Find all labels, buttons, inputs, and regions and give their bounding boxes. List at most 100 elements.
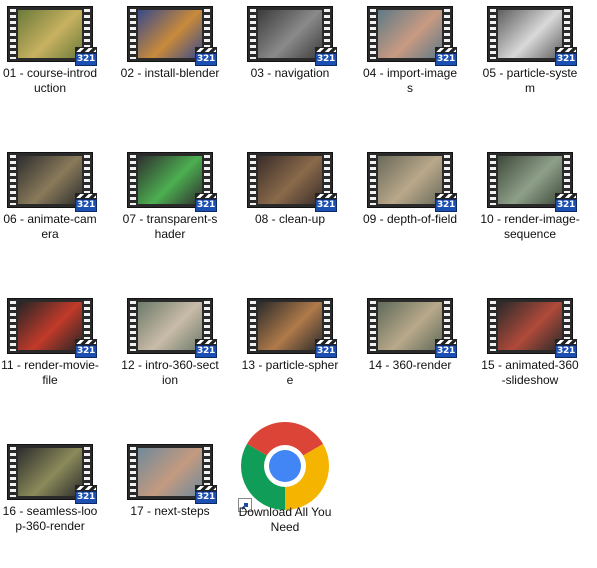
badge-text: 321 — [75, 345, 97, 358]
badge-text: 321 — [75, 53, 97, 66]
video-preview — [258, 302, 322, 350]
video-preview — [498, 10, 562, 58]
shortcut-item[interactable]: Download All You Need — [235, 416, 335, 541]
video-preview — [498, 302, 562, 350]
media-player-icon: 321 — [75, 485, 97, 504]
file-name: 13 - particle-sphere — [241, 358, 339, 387]
file-name: 17 - next-steps — [130, 504, 210, 518]
file-name: 11 - render-movie-file — [1, 358, 99, 387]
file-name: Download All You Need — [238, 505, 332, 534]
sprocket-holes — [10, 155, 16, 205]
badge-text: 321 — [435, 345, 457, 358]
video-thumbnail: 321 — [247, 152, 337, 212]
file-name: 07 - transparent-shader — [122, 212, 218, 241]
file-name: 01 - course-introduction — [2, 66, 98, 95]
video-preview — [378, 302, 442, 350]
file-name: 03 - navigation — [250, 66, 330, 80]
media-player-icon: 321 — [195, 193, 217, 212]
video-thumbnail: 321 — [127, 6, 217, 66]
media-player-icon: 321 — [75, 339, 97, 358]
media-player-icon: 321 — [435, 339, 457, 358]
file-name: 15 - animated-360-slideshow — [481, 358, 579, 387]
badge-text: 321 — [195, 491, 217, 504]
video-thumbnail: 321 — [487, 6, 577, 66]
media-player-icon: 321 — [315, 339, 337, 358]
badge-text: 321 — [75, 491, 97, 504]
video-thumbnail: 321 — [7, 6, 97, 66]
video-preview — [498, 156, 562, 204]
sprocket-holes — [130, 9, 136, 59]
file-name: 02 - install-blender — [120, 66, 220, 80]
media-player-icon: 321 — [75, 193, 97, 212]
video-thumbnail: 321 — [7, 298, 97, 358]
file-name: 09 - depth-of-field — [362, 212, 458, 226]
video-thumbnail: 321 — [247, 298, 337, 358]
video-preview — [18, 156, 82, 204]
file-name: 06 - animate-camera — [3, 212, 97, 241]
badge-text: 321 — [555, 345, 577, 358]
media-player-icon: 321 — [315, 193, 337, 212]
video-thumbnail: 321 — [7, 444, 97, 504]
badge-text: 321 — [555, 53, 577, 66]
video-thumbnail: 321 — [127, 444, 217, 504]
file-name: 10 - render-image-sequence — [480, 212, 580, 241]
sprocket-holes — [10, 9, 16, 59]
file-name: 04 - import-images — [362, 66, 458, 95]
sprocket-holes — [370, 9, 376, 59]
badge-text: 321 — [75, 199, 97, 212]
video-thumbnail: 321 — [127, 298, 217, 358]
media-player-icon: 321 — [315, 47, 337, 66]
sprocket-holes — [370, 155, 376, 205]
badge-text: 321 — [435, 199, 457, 212]
sprocket-holes — [490, 9, 496, 59]
file-name: 16 - seamless-loop-360-render — [2, 504, 98, 533]
sprocket-holes — [130, 301, 136, 351]
video-preview — [18, 302, 82, 350]
file-grid: 321 01 - course-introduction 321 02 - insta… — [0, 0, 597, 568]
sprocket-holes — [10, 301, 16, 351]
video-thumbnail: 321 — [487, 152, 577, 212]
video-preview — [18, 10, 82, 58]
media-player-icon: 321 — [75, 47, 97, 66]
media-player-icon: 321 — [195, 485, 217, 504]
sprocket-holes — [490, 301, 496, 351]
sprocket-holes — [130, 447, 136, 497]
file-name: 14 - 360-render — [368, 358, 452, 372]
media-player-icon: 321 — [195, 47, 217, 66]
video-preview — [18, 448, 82, 496]
file-name: 12 - intro-360-section — [121, 358, 219, 387]
badge-text: 321 — [435, 53, 457, 66]
badge-text: 321 — [315, 345, 337, 358]
video-preview — [138, 302, 202, 350]
video-thumbnail: 321 — [367, 298, 457, 358]
video-preview — [138, 10, 202, 58]
badge-text: 321 — [195, 53, 217, 66]
sprocket-holes — [250, 301, 256, 351]
video-preview — [258, 10, 322, 58]
video-thumbnail: 321 — [127, 152, 217, 212]
sprocket-holes — [370, 301, 376, 351]
video-preview — [138, 156, 202, 204]
sprocket-holes — [250, 155, 256, 205]
video-preview — [138, 448, 202, 496]
media-player-icon: 321 — [555, 193, 577, 212]
video-thumbnail: 321 — [367, 6, 457, 66]
badge-text: 321 — [195, 345, 217, 358]
badge-text: 321 — [195, 199, 217, 212]
sprocket-holes — [250, 9, 256, 59]
badge-text: 321 — [555, 199, 577, 212]
sprocket-holes — [130, 155, 136, 205]
sprocket-holes — [10, 447, 16, 497]
badge-text: 321 — [315, 53, 337, 66]
file-name: 05 - particle-system — [482, 66, 578, 95]
media-player-icon: 321 — [435, 193, 457, 212]
media-player-icon: 321 — [555, 47, 577, 66]
media-player-icon: 321 — [555, 339, 577, 358]
video-thumbnail: 321 — [247, 6, 337, 66]
video-thumbnail: 321 — [367, 152, 457, 212]
file-name: 08 - clean-up — [254, 212, 326, 226]
media-player-icon: 321 — [195, 339, 217, 358]
video-preview — [378, 10, 442, 58]
video-thumbnail: 321 — [487, 298, 577, 358]
video-thumbnail: 321 — [7, 152, 97, 212]
